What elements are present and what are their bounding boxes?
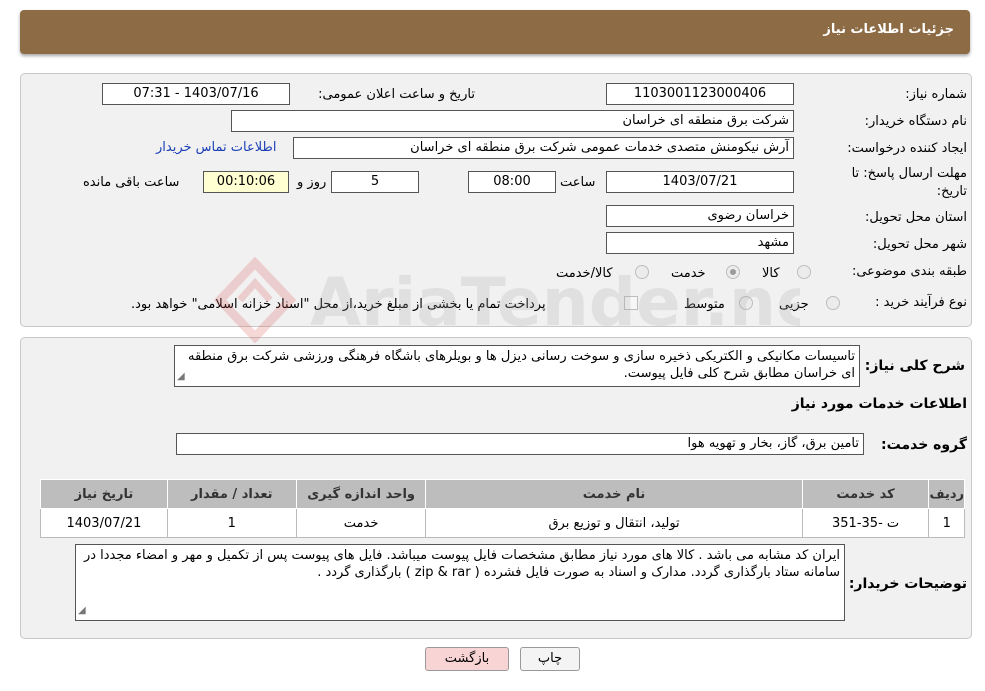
- cell-need-date: 1403/07/21: [40, 508, 168, 538]
- city-label: شهر محل تحویل:: [872, 237, 967, 252]
- table-header-row: ردیف کد خدمت نام خدمت واحد اندازه گیری ت…: [40, 479, 965, 509]
- cell-service-code: ت -35-351: [801, 508, 930, 538]
- deadline-time-field: 08:00: [468, 171, 556, 193]
- buyer-notes-text: ایران کد مشابه می باشد . کالا های مورد ن…: [83, 548, 840, 580]
- print-button[interactable]: چاپ: [520, 647, 580, 671]
- col-header-service-name: نام خدمت: [425, 479, 803, 509]
- services-table: ردیف کد خدمت نام خدمت واحد اندازه گیری ت…: [40, 479, 965, 538]
- col-header-unit: واحد اندازه گیری: [295, 479, 427, 509]
- category-radio-service[interactable]: [726, 265, 740, 279]
- category-label: طبقه بندی موضوعی:: [851, 264, 967, 279]
- summary-text: تاسیسات مکانیکی و الکتریکی ذخیره سازی و …: [188, 349, 855, 381]
- days-label: روز و: [297, 175, 327, 190]
- province-field: خراسان رضوی: [606, 205, 794, 227]
- page-title: جزئیات اطلاعات نیاز: [823, 22, 954, 37]
- purchase-type-label: نوع فرآیند خرید :: [875, 295, 967, 310]
- creator-field: آرش نیکومنش متصدی خدمات عمومی شرکت برق م…: [293, 137, 794, 159]
- category-option-service: خدمت: [671, 266, 706, 281]
- category-option-goods-service: کالا/خدمت: [556, 266, 613, 281]
- need-number-label: شماره نیاز:: [905, 87, 967, 102]
- days-field: 5: [331, 171, 419, 193]
- back-button[interactable]: بازگشت: [425, 647, 509, 671]
- category-option-goods: کالا: [762, 266, 780, 281]
- buyer-notes-label: توضیحات خریدار:: [848, 576, 967, 592]
- city-field: مشهد: [606, 232, 794, 254]
- col-header-row-number: ردیف: [928, 479, 965, 509]
- province-label: استان محل تحویل:: [865, 210, 967, 225]
- col-header-service-code: کد خدمت: [801, 479, 930, 509]
- deadline-hour-label: ساعت: [560, 175, 596, 190]
- col-header-quantity: تعداد / مقدار: [166, 479, 297, 509]
- announce-date-field: 1403/07/16 - 07:31: [102, 83, 290, 105]
- buyer-contact-link[interactable]: اطلاعات تماس خریدار: [156, 140, 276, 155]
- remaining-label: ساعت باقی مانده: [83, 175, 180, 190]
- treasury-payment-checkbox[interactable]: [624, 296, 638, 310]
- purchase-radio-medium[interactable]: [739, 296, 753, 310]
- treasury-payment-note: پرداخت تمام یا بخشی از مبلغ خرید،از محل …: [131, 297, 546, 312]
- resize-grip-icon: ◢: [177, 371, 185, 382]
- cell-unit: خدمت: [295, 508, 427, 538]
- category-radio-goods-service[interactable]: [635, 265, 649, 279]
- table-row: 1 ت -35-351 تولید، انتقال و توزیع برق خد…: [40, 508, 965, 538]
- summary-label: شرح کلی نیاز:: [864, 358, 965, 374]
- services-section-title: اطلاعات خدمات مورد نیاز: [791, 396, 967, 412]
- buyer-notes-textarea: ایران کد مشابه می باشد . کالا های مورد ن…: [75, 544, 845, 621]
- cell-quantity: 1: [166, 508, 297, 538]
- page-header: جزئیات اطلاعات نیاز: [20, 10, 970, 54]
- need-number-field: 1103001123000406: [606, 83, 794, 105]
- announce-date-label: تاریخ و ساعت اعلان عمومی:: [318, 87, 475, 102]
- deadline-date-field: 1403/07/21: [606, 171, 794, 193]
- remaining-time-field: 00:10:06: [203, 171, 289, 193]
- creator-label: ایجاد کننده درخواست:: [847, 141, 967, 156]
- summary-textarea: تاسیسات مکانیکی و الکتریکی ذخیره سازی و …: [174, 345, 860, 387]
- buyer-org-label: نام دستگاه خریدار:: [864, 114, 967, 129]
- deadline-label: مهلت ارسال پاسخ: تا تاریخ:: [851, 166, 967, 199]
- cell-row-number: 1: [928, 508, 965, 538]
- purchase-radio-minor[interactable]: [826, 296, 840, 310]
- service-group-field: تامین برق، گاز، بخار و تهویه هوا: [176, 433, 864, 455]
- purchase-option-minor: جزیی: [779, 297, 809, 312]
- cell-service-name: تولید، انتقال و توزیع برق: [425, 508, 803, 538]
- resize-grip-icon: ◢: [78, 605, 86, 616]
- service-group-label: گروه خدمت:: [881, 437, 967, 453]
- buyer-org-field: شرکت برق منطقه ای خراسان: [231, 110, 794, 132]
- purchase-option-medium: متوسط: [684, 297, 725, 312]
- col-header-need-date: تاریخ نیاز: [40, 479, 168, 509]
- category-radio-goods[interactable]: [797, 265, 811, 279]
